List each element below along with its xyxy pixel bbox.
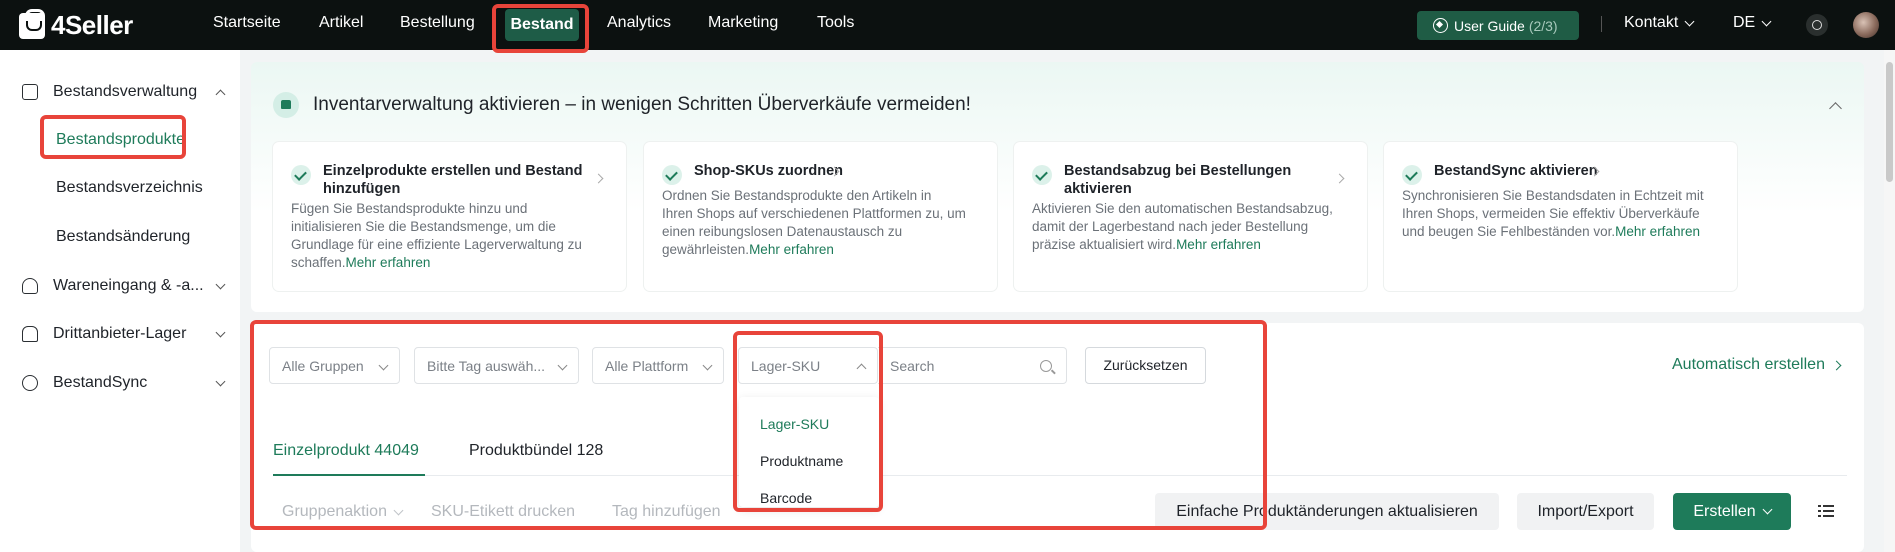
step-desc-line: schaffen.: [291, 255, 346, 270]
check-icon: [291, 165, 311, 185]
chevron-down-icon: [215, 376, 226, 386]
nav-tools[interactable]: Tools: [817, 14, 854, 32]
nav-marketing[interactable]: Marketing: [708, 14, 778, 32]
top-navbar: 4Seller Startseite Artikel Bestellung Be…: [0, 0, 1895, 50]
nav-artikel[interactable]: Artikel: [319, 14, 363, 32]
create-label: Erstellen: [1693, 502, 1756, 520]
nav-bestellung[interactable]: Bestellung: [400, 14, 475, 32]
import-export-button[interactable]: Import/Export: [1517, 493, 1654, 530]
highlight-sidebar-item: [40, 115, 186, 159]
step-desc-line: und beugen Sie Fehlbeständen vor.: [1402, 224, 1616, 239]
step-description: Fügen Sie Bestandsprodukte hinzu und ini…: [291, 200, 582, 272]
step-title: Bestandsabzug bei Bestellungen aktiviere…: [1064, 162, 1291, 198]
user-guide-count: (2/3): [1528, 17, 1558, 34]
warehouse-icon: [22, 326, 38, 342]
learn-more-link[interactable]: Mehr erfahren: [749, 242, 834, 257]
step-desc-line: Ordnen Sie Bestandsprodukte den Artikeln…: [662, 188, 932, 203]
chevron-right-icon: [1334, 173, 1345, 184]
warehouse-icon: [273, 92, 299, 118]
contact-dropdown[interactable]: Kontakt: [1624, 14, 1695, 32]
sidebar-group-label: BestandSync: [53, 374, 148, 391]
step-card-3[interactable]: Bestandsabzug bei Bestellungen aktiviere…: [1014, 142, 1367, 291]
chevron-down-icon: [1761, 16, 1772, 26]
create-button[interactable]: Erstellen: [1673, 493, 1791, 530]
language-label: DE: [1733, 14, 1756, 31]
sidebar-group-label: Bestandsverwaltung: [53, 83, 198, 100]
chevron-down-icon: [215, 279, 226, 289]
step-title-line: Einzelprodukte erstellen und Bestand: [323, 163, 583, 179]
highlight-nav-bestand: [492, 4, 589, 53]
step-description: Ordnen Sie Bestandsprodukte den Artikeln…: [662, 187, 966, 259]
auto-create-label: Automatisch erstellen: [1672, 356, 1825, 373]
step-title-line: Bestandsabzug bei Bestellungen: [1064, 163, 1292, 179]
chevron-right-icon: [1831, 360, 1842, 370]
step-card-1[interactable]: Einzelprodukte erstellen und Bestand hin…: [273, 142, 626, 291]
step-desc-line: Fügen Sie Bestandsprodukte hinzu und: [291, 201, 528, 216]
step-desc-line: damit der Lagerbestand nach jeder Bestel…: [1032, 219, 1309, 234]
sync-icon: [22, 375, 38, 391]
banner-title: Inventarverwaltung aktivieren – in wenig…: [313, 94, 971, 115]
step-card-2[interactable]: Shop-SKUs zuordnen Ordnen Sie Bestandspr…: [644, 142, 997, 291]
chevron-down-icon: [215, 327, 226, 337]
chevron-up-icon[interactable]: [1829, 102, 1842, 115]
chevron-right-icon: [593, 173, 604, 184]
step-desc-line: gewährleisten.: [662, 242, 750, 257]
step-title-line: aktivieren: [1064, 181, 1132, 197]
avatar[interactable]: [1853, 12, 1879, 38]
logo-text: 4Seller: [51, 10, 133, 40]
divider: [1601, 16, 1602, 32]
inventory-icon: [22, 84, 38, 100]
user-guide-label: User Guide: [1454, 17, 1525, 34]
step-title-line: hinzufügen: [323, 181, 401, 197]
chevron-down-icon: [1684, 16, 1695, 26]
step-desc-line: Grundlage für eine effiziente Lagerverwa…: [291, 237, 582, 252]
gear-icon[interactable]: [1806, 14, 1828, 36]
sidebar-item-bestandsverzeichnis[interactable]: Bestandsverzeichnis: [56, 179, 203, 197]
chevron-down-icon: [1762, 504, 1773, 515]
nav-startseite[interactable]: Startseite: [213, 14, 281, 32]
sidebar-group-wareneingang[interactable]: Wareneingang & -a...: [22, 277, 226, 295]
step-desc-line: einen reibungslosen Datenaustausch zu: [662, 224, 903, 239]
scrollbar[interactable]: [1884, 50, 1895, 552]
check-icon: [662, 165, 682, 185]
language-dropdown[interactable]: DE: [1733, 14, 1772, 32]
sidebar-group-bestandsverwaltung[interactable]: Bestandsverwaltung: [22, 83, 226, 101]
step-card-4[interactable]: BestandSync aktivieren Synchronisieren S…: [1384, 142, 1737, 291]
chevron-up-icon: [215, 89, 226, 99]
check-icon: [1402, 165, 1422, 185]
step-desc-line: Synchronisieren Sie Bestandsdaten in Ech…: [1402, 188, 1704, 203]
shopping-bag-icon: [19, 8, 45, 39]
check-icon: [1032, 165, 1052, 185]
contact-label: Kontakt: [1624, 14, 1679, 31]
sidebar-group-bestandsync[interactable]: BestandSync: [22, 374, 226, 392]
auto-create-link[interactable]: Automatisch erstellen: [1672, 356, 1842, 374]
step-description: Synchronisieren Sie Bestandsdaten in Ech…: [1402, 187, 1704, 241]
user-guide-button[interactable]: User Guide (2/3): [1417, 11, 1579, 40]
compass-icon: [1433, 18, 1448, 33]
scrollbar-thumb[interactable]: [1886, 62, 1893, 182]
learn-more-link[interactable]: Mehr erfahren: [1176, 237, 1261, 252]
column-settings-icon[interactable]: [1818, 504, 1834, 518]
inbound-icon: [22, 278, 38, 294]
nav-analytics[interactable]: Analytics: [607, 14, 671, 32]
sidebar-group-label: Drittanbieter-Lager: [53, 325, 187, 342]
step-title: Einzelprodukte erstellen und Bestand hin…: [323, 162, 582, 198]
learn-more-link[interactable]: Mehr erfahren: [1615, 224, 1700, 239]
step-desc-line: Ihren Shops auf verschiedenen Plattforme…: [662, 206, 966, 221]
step-desc-line: initialisieren Sie die Bestandsmenge, um…: [291, 219, 556, 234]
onboarding-banner: Inventarverwaltung aktivieren – in wenig…: [251, 62, 1864, 312]
step-title: Shop-SKUs zuordnen: [694, 163, 844, 179]
sidebar-group-drittanbieter[interactable]: Drittanbieter-Lager: [22, 325, 226, 343]
step-desc-line: präzise aktualisiert wird.: [1032, 237, 1177, 252]
step-desc-line: Aktivieren Sie den automatischen Bestand…: [1032, 201, 1333, 216]
sidebar-group-label: Wareneingang & -a...: [53, 277, 204, 294]
sidebar-item-bestandsaenderung[interactable]: Bestandsänderung: [56, 228, 190, 246]
step-title: BestandSync aktivieren: [1434, 163, 1598, 179]
step-description: Aktivieren Sie den automatischen Bestand…: [1032, 200, 1333, 254]
highlight-search-dropdown: [733, 331, 883, 512]
learn-more-link[interactable]: Mehr erfahren: [346, 255, 431, 270]
logo[interactable]: 4Seller: [19, 8, 133, 41]
step-desc-line: Ihren Shops, vermeiden Sie effektiv Über…: [1402, 206, 1700, 221]
